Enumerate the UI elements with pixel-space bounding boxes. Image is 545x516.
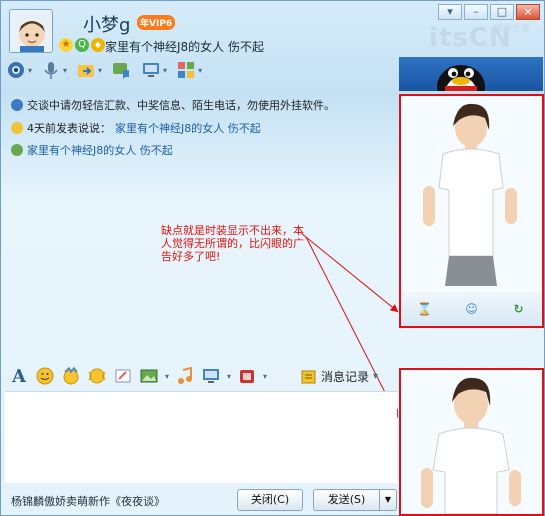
wardrobe-icon[interactable]: ☺ — [461, 298, 483, 320]
close-button[interactable]: 关闭(C) — [237, 489, 303, 511]
qzone-icon[interactable]: Q — [75, 38, 89, 52]
group-chat-icon — [110, 59, 132, 81]
gift-button[interactable] — [237, 366, 257, 386]
qq-penguin-ad[interactable] — [399, 57, 543, 91]
maximize-button[interactable]: □ — [490, 4, 514, 20]
chat-toolbar: ▾ ▾ ▾ ▾ ▾ — [5, 59, 202, 81]
red-box-icon — [240, 370, 255, 383]
avatar-image — [10, 10, 52, 52]
qq-show-panel-small[interactable] — [399, 368, 544, 516]
contact-signature: 家里有个神经J8的女人 伤不起 — [105, 40, 264, 54]
pencil-icon — [115, 369, 131, 383]
status-icons: ★ Q ◆ — [59, 38, 105, 52]
contact-nickname: 小梦g — [83, 15, 131, 36]
screen-capture-icon — [203, 369, 220, 383]
signature-icon — [11, 144, 23, 156]
refresh-icon[interactable]: ↻ — [508, 298, 530, 320]
show-panel-toolbar: ⌛ ☺ ↻ — [401, 292, 542, 326]
chat-header: 小梦g 年VIP6 ★ Q ◆ 家里有个神经J8的女人 伤不起 ▾ – □ × … — [1, 1, 545, 91]
message-history-button[interactable]: 消息记录 ▾ — [301, 368, 378, 385]
history-dropdown-icon[interactable]: ▾ — [373, 371, 378, 382]
history-icon — [301, 370, 316, 383]
font-a-icon: A — [12, 365, 26, 387]
security-warning: 交谈中请勿轻信汇款、中奖信息、陌生电话，勿使用外挂软件。 — [11, 97, 335, 113]
close-window-button[interactable]: × — [516, 4, 540, 20]
chat-footer: 杨锦麟傲娇卖萌新作《夜夜谈》 关闭(C) 发送(S) ▼ — [5, 487, 397, 515]
message-input[interactable] — [5, 391, 397, 483]
voice-call-button[interactable]: ▾ — [40, 59, 67, 81]
apps-button[interactable]: ▾ — [175, 59, 202, 81]
status-update-line: 4天前发表说说： 家里有个神经J8的女人 伤不起 — [11, 120, 261, 136]
doodle-button[interactable] — [113, 366, 133, 386]
shield-icon — [11, 99, 23, 111]
music-note-icon — [178, 367, 193, 384]
send-file-button[interactable]: ▾ — [75, 59, 102, 81]
magic-face-icon — [63, 367, 79, 385]
webcam-icon — [5, 59, 27, 81]
qzone-status-icon — [11, 122, 23, 134]
watermark: itsCN 网管之家 — [399, 19, 541, 57]
send-options-dropdown[interactable]: ▼ — [379, 489, 397, 511]
history-label: 消息记录 — [321, 370, 370, 384]
picture-icon — [140, 369, 158, 383]
qq-show-panel-full[interactable]: ⌛ ☺ ↻ — [399, 94, 544, 328]
watermark-sub: 网管之家 — [494, 24, 531, 34]
magic-emoticon-button[interactable] — [61, 366, 81, 386]
vip-badge: 年VIP6 — [137, 15, 176, 30]
send-image-button[interactable] — [139, 366, 159, 386]
smiley-icon — [36, 367, 54, 385]
skin-menu-button[interactable]: ▾ — [438, 4, 462, 20]
annotation-note: 缺点就是时装显示不出来，本人觉得无所谓的，比闪眼的广告好多了吧! — [161, 224, 304, 263]
qq-chat-window: 小梦g 年VIP6 ★ Q ◆ 家里有个神经J8的女人 伤不起 ▾ – □ × … — [0, 0, 545, 516]
penguin-icon — [437, 65, 485, 91]
footer-notice-link[interactable]: 杨锦麟傲娇卖萌新作《夜夜谈》 — [11, 493, 165, 509]
signature-line: 家里有个神经J8的女人 伤不起 — [11, 142, 173, 158]
video-call-button[interactable]: ▾ — [5, 59, 32, 81]
apps-grid-icon — [175, 59, 197, 81]
warning-text: 交谈中请勿轻信汇款、中奖信息、陌生电话，勿使用外挂软件。 — [27, 99, 335, 112]
vip-diamond-icon[interactable]: ◆ — [91, 38, 105, 52]
shake-window-button[interactable] — [87, 366, 107, 386]
qq-show-avatar-figure — [423, 103, 517, 286]
status-prefix: 4天前发表说说： — [27, 122, 111, 135]
signature-link[interactable]: 家里有个神经J8的女人 伤不起 — [27, 142, 173, 158]
microphone-icon — [40, 59, 62, 81]
font-button[interactable]: A — [9, 365, 29, 387]
music-button[interactable] — [175, 366, 195, 386]
contact-avatar[interactable] — [9, 9, 53, 53]
folder-arrow-icon — [75, 59, 97, 81]
hourglass-icon[interactable]: ⌛ — [414, 298, 436, 320]
send-button[interactable]: 发送(S) — [313, 489, 379, 511]
remote-desktop-button[interactable]: ▾ — [140, 59, 167, 81]
shake-icon — [88, 368, 106, 384]
qq-show-avatar-small — [421, 377, 521, 515]
minimize-button[interactable]: – — [464, 4, 488, 20]
emoticon-button[interactable] — [35, 366, 55, 386]
status-link[interactable]: 家里有个神经J8的女人 伤不起 — [115, 120, 261, 136]
star-icon: ★ — [59, 38, 73, 52]
window-controls: ▾ – □ × — [438, 4, 540, 20]
create-discussion-button[interactable] — [110, 59, 132, 81]
monitor-icon — [140, 59, 162, 81]
screenshot-button[interactable] — [201, 366, 221, 386]
